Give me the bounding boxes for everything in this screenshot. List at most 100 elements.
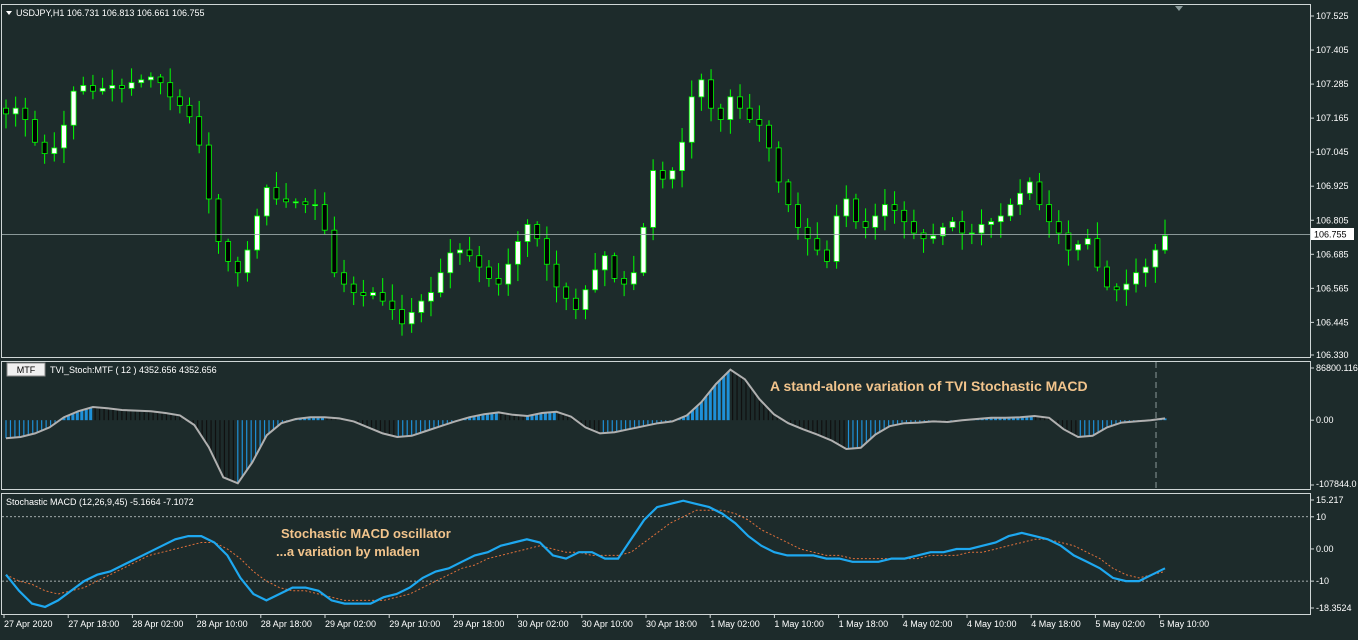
time-tick-label: 4 May 10:00 <box>967 619 1017 629</box>
price-tick-label: 106.925 <box>1316 181 1349 191</box>
candle <box>572 288 579 320</box>
candle <box>292 198 299 209</box>
candle <box>978 209 985 246</box>
candle <box>90 74 96 100</box>
candle <box>186 97 193 124</box>
tvi-annotation: A stand-alone variation of TVI Stochasti… <box>770 378 1088 394</box>
candle <box>640 223 647 276</box>
price-tick-label: 107.045 <box>1316 147 1349 157</box>
smacd-annotation-line2: ...a variation by mladen <box>276 544 420 559</box>
candle <box>399 294 405 336</box>
candle <box>312 189 318 220</box>
candle <box>225 238 232 272</box>
mt4-chart-window[interactable]: 107.525 107.405 107.285 107.165 107.045 106.9… <box>0 0 1358 635</box>
candle <box>563 282 570 311</box>
candle <box>795 192 801 240</box>
candle <box>901 201 908 239</box>
smacd-pane-frame <box>1 493 1311 615</box>
candle <box>1104 260 1110 291</box>
price-tick-label: 106.565 <box>1316 283 1349 293</box>
candle <box>466 236 473 262</box>
candle <box>746 93 753 123</box>
time-tick-label: 30 Apr 18:00 <box>646 619 697 629</box>
candle <box>553 250 560 303</box>
candle <box>486 260 492 287</box>
main-price-pane[interactable] <box>2 68 1310 336</box>
candle <box>737 84 743 119</box>
candle <box>611 252 618 283</box>
candle <box>476 246 483 283</box>
candle <box>283 183 289 208</box>
candle <box>968 223 975 245</box>
time-tick-label: 28 Apr 18:00 <box>261 619 312 629</box>
time-tick-label: 29 Apr 10:00 <box>389 619 440 629</box>
candle <box>698 73 705 111</box>
candle <box>196 100 203 154</box>
candle <box>263 184 270 226</box>
candle <box>321 192 328 235</box>
candle <box>659 161 666 189</box>
chart-menu-triangle-icon[interactable] <box>6 11 12 15</box>
candle <box>514 231 521 282</box>
candle <box>766 120 772 162</box>
candle <box>176 89 183 114</box>
time-tick-label: 29 Apr 18:00 <box>453 619 504 629</box>
candle <box>592 253 599 293</box>
time-tick-label: 30 Apr 10:00 <box>582 619 633 629</box>
candle <box>853 193 859 229</box>
tvi-tick-label: 86800.116 <box>1316 363 1358 373</box>
candle <box>80 76 87 95</box>
candle <box>534 221 541 247</box>
candle <box>708 69 714 122</box>
shift-marker-icon[interactable] <box>1175 6 1183 11</box>
candle <box>418 294 425 323</box>
candle <box>843 185 850 228</box>
time-tick-label: 29 Apr 02:00 <box>325 619 376 629</box>
time-tick-label: 4 May 02:00 <box>903 619 953 629</box>
candle <box>688 80 695 159</box>
smacd-tick-label: -18.3524 <box>1316 603 1352 613</box>
smacd-tick-label: 15.217 <box>1316 495 1344 505</box>
candle <box>630 255 637 291</box>
candle <box>1007 198 1014 221</box>
candle <box>505 248 512 296</box>
candle <box>41 134 48 164</box>
chart-canvas[interactable]: 107.525 107.405 107.285 107.165 107.045 106.9… <box>0 0 1358 635</box>
candle <box>1094 222 1101 272</box>
candle <box>51 132 58 162</box>
price-tick-label: 107.405 <box>1316 45 1349 55</box>
tvi-tick-label: -107844.0 <box>1316 479 1357 489</box>
candle <box>882 189 888 231</box>
stochastic-macd-pane[interactable] <box>2 499 1310 609</box>
candle <box>1162 219 1168 254</box>
candle <box>22 97 29 137</box>
candle <box>408 297 415 333</box>
candle <box>1113 283 1120 302</box>
smacd-signal-line <box>5 509 1166 601</box>
candle <box>621 271 628 297</box>
candle <box>205 132 212 214</box>
candle <box>862 208 869 239</box>
candle <box>1036 172 1043 211</box>
candle <box>997 203 1004 238</box>
candle <box>1123 269 1130 306</box>
candle <box>389 284 396 320</box>
candle <box>447 239 454 289</box>
tvi-header: TVI_Stoch:MTF ( 12 ) 4352.656 4352.656 <box>50 365 217 375</box>
price-tick-label: 106.685 <box>1316 249 1349 259</box>
candle <box>128 68 135 96</box>
candle <box>650 159 657 241</box>
candle <box>138 74 145 88</box>
candle <box>717 103 724 132</box>
smacd-tick-label: 0.00 <box>1316 544 1334 554</box>
mtf-button-label: MTF <box>17 365 36 375</box>
candle <box>167 68 174 111</box>
time-tick-label: 4 May 18:00 <box>1031 619 1081 629</box>
time-tick-label: 28 Apr 02:00 <box>132 619 183 629</box>
candle <box>930 223 937 244</box>
candle <box>61 110 67 164</box>
price-axes: 107.525 107.405 107.285 107.165 107.045 106.9… <box>1310 11 1358 613</box>
time-tick-label: 1 May 10:00 <box>774 619 824 629</box>
candle <box>331 216 338 278</box>
current-price-label: 106.755 <box>1314 230 1347 240</box>
